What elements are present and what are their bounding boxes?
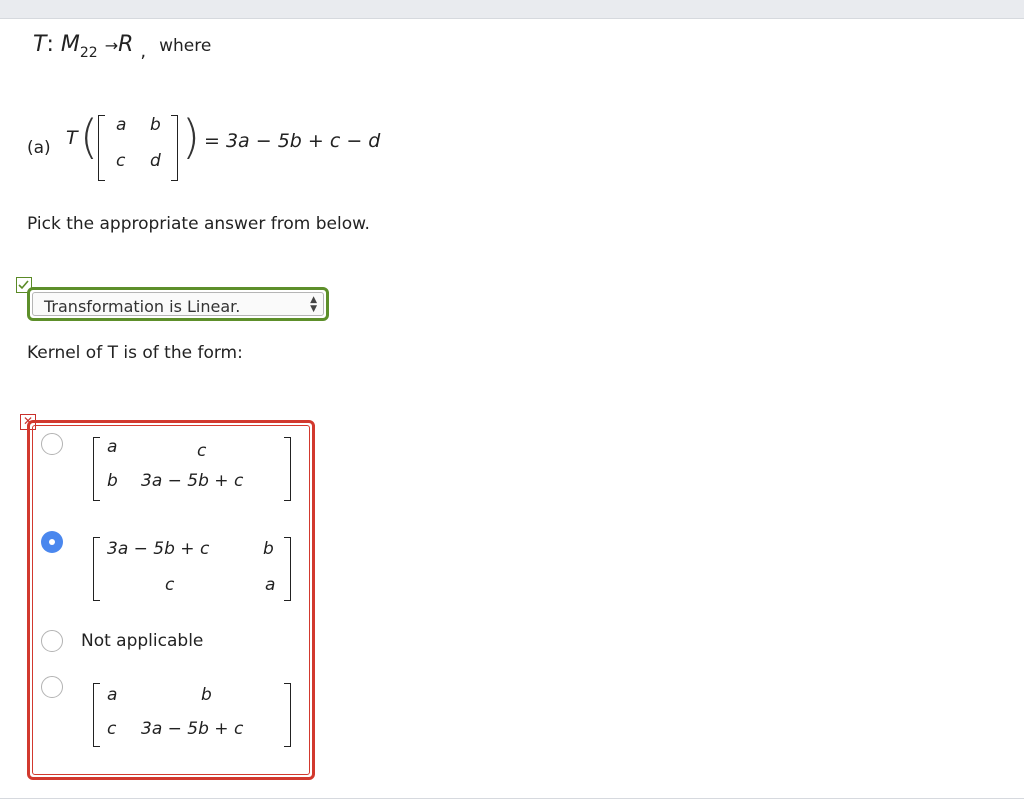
part-label: (a) bbox=[27, 138, 51, 158]
formula-t: T bbox=[66, 127, 78, 149]
linearity-select[interactable]: Transformation is Linear. ▲ ▼ bbox=[27, 287, 329, 321]
formula-rhs: = 3a − 5b + c − d bbox=[204, 130, 381, 152]
bottom-divider bbox=[0, 798, 1024, 799]
input-matrix: a b c d bbox=[98, 115, 178, 181]
right-paren: ) bbox=[182, 110, 200, 164]
kernel-option-4-radio[interactable] bbox=[41, 676, 63, 698]
select-updown-icon: ▲ ▼ bbox=[310, 295, 317, 314]
kernel-option-3-radio[interactable] bbox=[41, 630, 63, 652]
kernel-label: Kernel of T is of the form: bbox=[27, 343, 243, 363]
kernel-option-2-matrix[interactable]: 3a − 5b + c b c a bbox=[93, 537, 291, 601]
kernel-option-1-matrix[interactable]: a c b 3a − 5b + c bbox=[93, 437, 291, 501]
top-toolbar-strip bbox=[0, 0, 1024, 19]
kernel-option-2-radio[interactable] bbox=[41, 531, 63, 553]
instruction-text: Pick the appropriate answer from below. bbox=[27, 214, 370, 234]
linearity-select-value: Transformation is Linear. bbox=[44, 297, 241, 316]
transformation-heading: T: M22 →R , where bbox=[33, 32, 212, 62]
kernel-option-1-radio[interactable] bbox=[41, 433, 63, 455]
left-paren: ( bbox=[80, 110, 98, 164]
kernel-option-4-matrix[interactable]: a b c 3a − 5b + c bbox=[93, 683, 291, 747]
kernel-option-3-label[interactable]: Not applicable bbox=[81, 631, 203, 651]
